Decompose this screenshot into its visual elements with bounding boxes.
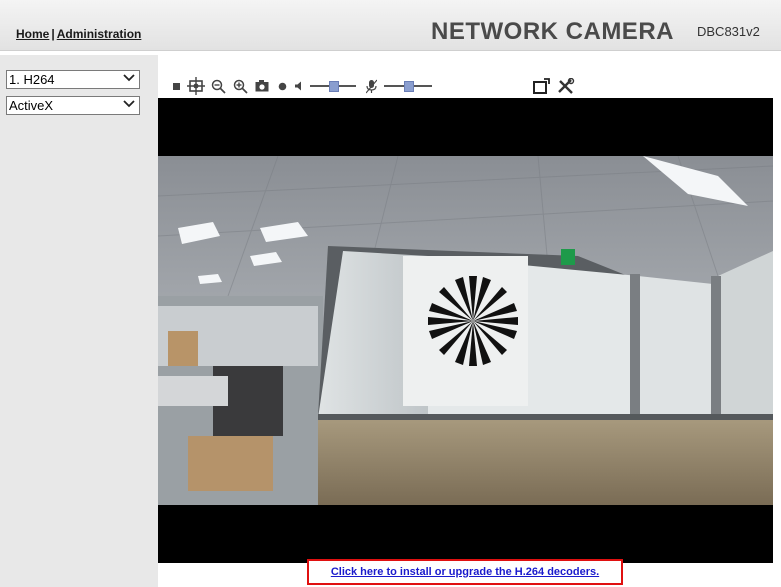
administration-link[interactable]: Administration [57, 27, 142, 41]
install-link-highlight: Click here to install or upgrade the H.2… [307, 559, 623, 585]
popout-icon[interactable] [532, 77, 552, 95]
install-decoder-link[interactable]: Click here to install or upgrade the H.2… [331, 566, 599, 578]
zoom-out-icon[interactable] [210, 77, 226, 95]
slider-knob[interactable] [329, 81, 339, 92]
stream-select-wrap[interactable]: 1. H264 [6, 70, 140, 89]
brand-title: NETWORK CAMERA [431, 18, 674, 45]
home-link[interactable]: Home [16, 27, 49, 41]
stop-icon[interactable] [170, 77, 182, 95]
stream-select[interactable]: 1. H264 [6, 70, 140, 89]
snapshot-icon[interactable] [254, 77, 270, 95]
video-toolbar [170, 77, 610, 97]
microphone-volume-slider[interactable] [382, 77, 434, 95]
speaker-icon[interactable] [293, 77, 303, 95]
digital-zoom-icon[interactable] [186, 77, 206, 95]
header-bar: Home | Administration NETWORK CAMERA DBC83… [0, 0, 781, 51]
left-panel [0, 55, 158, 587]
camera-video-feed [158, 156, 773, 505]
plugin-select-wrap[interactable]: ActiveX [6, 96, 140, 115]
microphone-icon[interactable] [364, 77, 378, 95]
top-nav: Home | Administration [16, 27, 141, 41]
slider-knob[interactable] [404, 81, 414, 92]
zoom-in-icon[interactable] [232, 77, 248, 95]
settings-icon[interactable] [556, 77, 576, 95]
speaker-volume-slider[interactable] [308, 77, 358, 95]
plugin-select[interactable]: ActiveX [6, 96, 140, 115]
model-name: DBC831v2 [697, 24, 760, 39]
record-icon[interactable] [276, 77, 288, 95]
nav-separator: | [51, 27, 55, 41]
